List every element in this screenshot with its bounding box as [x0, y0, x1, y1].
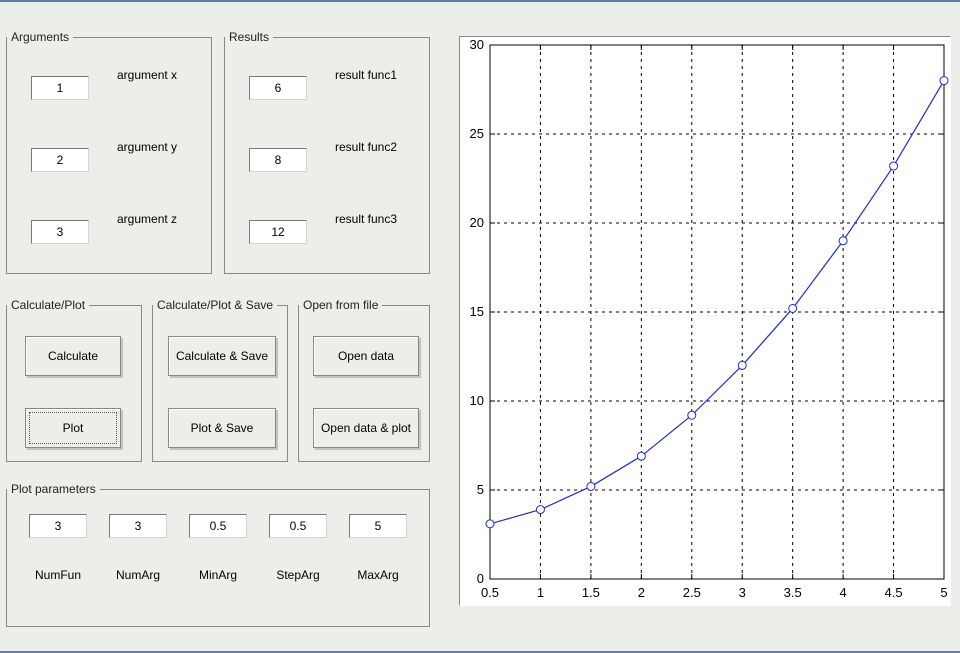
svg-text:1: 1: [537, 585, 544, 600]
minarg-label: MinArg: [183, 568, 253, 582]
open-data-button[interactable]: Open data: [313, 336, 419, 376]
svg-text:4: 4: [839, 585, 846, 600]
plot-axes: 0 5 10 15 20 25 30 0.5 1 1.5 2 2.5 3 3.5 4 4.5 5: [459, 36, 951, 606]
result-func2-input[interactable]: [249, 148, 307, 172]
calcsave-legend: Calculate/Plot & Save: [153, 298, 277, 312]
svg-text:15: 15: [470, 304, 484, 319]
plot-save-button[interactable]: Plot & Save: [168, 408, 276, 448]
svg-text:10: 10: [470, 393, 484, 408]
argument-x-input[interactable]: [31, 76, 89, 100]
result-func2-label: result func2: [335, 140, 397, 154]
result-func1-label: result func1: [335, 68, 397, 82]
calculate-button[interactable]: Calculate: [25, 336, 121, 376]
minarg-input[interactable]: [189, 514, 247, 538]
plot-button[interactable]: Plot: [25, 408, 121, 448]
svg-text:2.5: 2.5: [683, 585, 701, 600]
arguments-legend: Arguments: [7, 30, 73, 44]
result-func1-input[interactable]: [249, 76, 307, 100]
plotparams-group: Plot parameters NumFun NumArg MinArg Ste…: [6, 482, 430, 627]
svg-text:25: 25: [470, 126, 484, 141]
argument-z-label: argument z: [117, 212, 177, 226]
openfile-group: Open from file Open data Open data & plo…: [298, 298, 430, 462]
argument-x-label: argument x: [117, 68, 177, 82]
numarg-input[interactable]: [109, 514, 167, 538]
svg-text:4.5: 4.5: [885, 585, 903, 600]
calcplot-legend: Calculate/Plot: [7, 298, 89, 312]
svg-text:3.5: 3.5: [784, 585, 802, 600]
svg-text:30: 30: [470, 37, 484, 52]
svg-text:5: 5: [940, 585, 947, 600]
numarg-label: NumArg: [103, 568, 173, 582]
numfun-label: NumFun: [23, 568, 93, 582]
result-func3-input[interactable]: [249, 220, 307, 244]
open-data-plot-button[interactable]: Open data & plot: [313, 408, 419, 448]
plotparams-legend: Plot parameters: [7, 482, 100, 496]
svg-text:0: 0: [477, 571, 484, 586]
result-func3-label: result func3: [335, 212, 397, 226]
openfile-legend: Open from file: [299, 298, 382, 312]
calcplot-group: Calculate/Plot Calculate Plot: [6, 298, 142, 462]
results-legend: Results: [225, 30, 273, 44]
argument-y-label: argument y: [117, 140, 177, 154]
calcsave-group: Calculate/Plot & Save Calculate & Save P…: [152, 298, 288, 462]
calculate-save-button[interactable]: Calculate & Save: [168, 336, 276, 376]
arguments-group: Arguments argument x argument y argument…: [6, 30, 212, 274]
svg-text:1.5: 1.5: [582, 585, 600, 600]
svg-text:20: 20: [470, 215, 484, 230]
maxarg-label: MaxArg: [343, 568, 413, 582]
svg-text:0.5: 0.5: [481, 585, 499, 600]
svg-text:2: 2: [638, 585, 645, 600]
results-group: Results result func1 result func2 result…: [224, 30, 430, 274]
maxarg-input[interactable]: [349, 514, 407, 538]
steparg-input[interactable]: [269, 514, 327, 538]
numfun-input[interactable]: [29, 514, 87, 538]
argument-z-input[interactable]: [31, 220, 89, 244]
steparg-label: StepArg: [263, 568, 333, 582]
svg-text:5: 5: [477, 482, 484, 497]
svg-text:3: 3: [739, 585, 746, 600]
argument-y-input[interactable]: [31, 148, 89, 172]
app-window: Arguments argument x argument y argument…: [0, 0, 960, 653]
